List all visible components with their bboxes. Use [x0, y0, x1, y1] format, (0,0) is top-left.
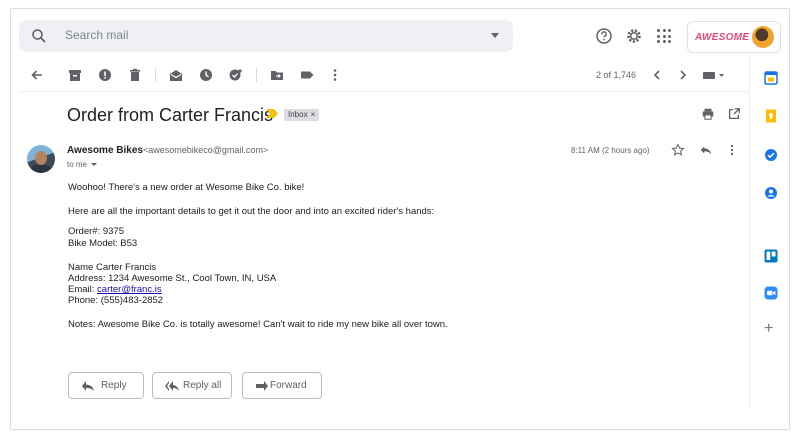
sender-email: <awesomebikeco@gmail.com>: [143, 145, 269, 155]
body-bike-model: Bike Model: B53: [68, 238, 138, 249]
account-switcher[interactable]: AWESOME: [687, 21, 781, 53]
label-text: Inbox: [288, 110, 308, 119]
search-options-icon[interactable]: [491, 33, 499, 38]
important-marker-icon[interactable]: [266, 109, 278, 118]
next-icon[interactable]: [675, 67, 691, 83]
print-icon[interactable]: [701, 107, 715, 121]
side-panel-divider: [749, 55, 750, 409]
contacts-icon[interactable]: [764, 186, 778, 200]
message-count: 2 of 1,746: [596, 70, 637, 80]
sender-name: Awesome Bikes: [67, 145, 143, 156]
body-address: Address: 1234 Awesome St., Cool Town, IN…: [68, 273, 277, 284]
more-options-icon[interactable]: [725, 143, 739, 157]
inbox-label-chip[interactable]: Inbox ×: [284, 109, 320, 121]
toolbar-divider: [256, 68, 257, 82]
reply-all-button[interactable]: Reply all: [152, 372, 232, 399]
gmail-window: Search mail AWESOME 2 of 1,746 Order fro…: [10, 8, 790, 430]
body-intro: Here are all the important details to ge…: [68, 206, 435, 217]
delete-icon[interactable]: [127, 67, 143, 83]
search-bar[interactable]: Search mail: [19, 20, 513, 52]
email-subject: Order from Carter Francis: [67, 105, 274, 125]
keep-icon[interactable]: [764, 109, 778, 123]
body-greeting: Woohoo! There's a new order at Wesome Bi…: [68, 182, 305, 193]
prev-icon[interactable]: [649, 67, 665, 83]
reply-button[interactable]: Reply: [68, 372, 144, 399]
customer-email-link[interactable]: carter@franc.is: [97, 284, 162, 295]
zoom-icon[interactable]: [764, 286, 778, 300]
search-icon[interactable]: [31, 28, 47, 44]
avatar[interactable]: [752, 26, 774, 48]
recipient-details[interactable]: to me: [67, 160, 98, 169]
more-icon[interactable]: [327, 67, 343, 83]
body-email-line: Email: carter@franc.is: [68, 284, 162, 295]
apps-icon[interactable]: [657, 29, 671, 43]
report-spam-icon[interactable]: [97, 67, 113, 83]
reply-icon[interactable]: [699, 143, 713, 157]
remove-label-icon[interactable]: ×: [311, 110, 316, 119]
calendar-icon[interactable]: [764, 71, 778, 85]
brand-logo: AWESOME: [695, 32, 750, 43]
forward-button[interactable]: Forward: [242, 372, 322, 399]
chevron-down-icon[interactable]: [91, 163, 98, 167]
add-addon-icon[interactable]: +: [764, 321, 773, 337]
help-icon[interactable]: [595, 27, 613, 45]
trello-icon[interactable]: [764, 249, 778, 263]
tasks-icon[interactable]: [764, 148, 778, 162]
mark-unread-icon[interactable]: [168, 67, 184, 83]
labels-icon[interactable]: [299, 67, 315, 83]
body-customer-name: Name Carter Francis: [68, 262, 157, 273]
open-new-window-icon[interactable]: [727, 107, 741, 121]
reply-icon: [82, 381, 94, 391]
body-phone: Phone: (555)483-2852: [68, 295, 164, 306]
message-time: 8:11 AM (2 hours ago): [571, 146, 650, 155]
reply-all-icon: [165, 381, 179, 391]
sender-avatar[interactable]: [27, 145, 55, 173]
add-task-icon[interactable]: [228, 67, 244, 83]
body-order-number: Order#: 9375: [68, 226, 124, 237]
search-input[interactable]: Search mail: [65, 28, 128, 42]
toolbar-divider-line: [19, 91, 749, 92]
star-icon[interactable]: [671, 143, 685, 157]
forward-icon: [256, 381, 268, 391]
move-to-icon[interactable]: [269, 67, 285, 83]
back-icon[interactable]: [29, 67, 45, 83]
input-tools-icon[interactable]: [701, 67, 727, 83]
toolbar-divider: [155, 68, 156, 82]
body-notes: Notes: Awesome Bike Co. is totally aweso…: [68, 319, 448, 330]
snooze-icon[interactable]: [198, 67, 214, 83]
archive-icon[interactable]: [67, 67, 83, 83]
settings-icon[interactable]: [625, 27, 643, 45]
